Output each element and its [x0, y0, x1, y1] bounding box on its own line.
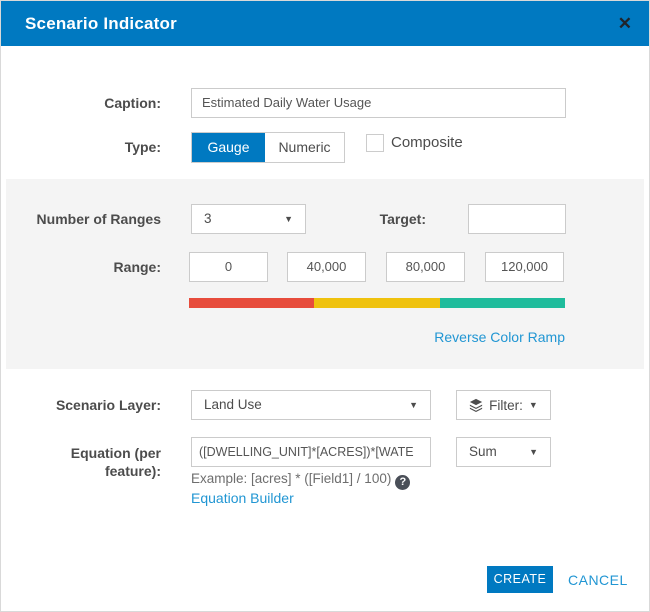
- equation-label: Equation (per feature):: [70, 445, 161, 479]
- composite-label: Composite: [391, 134, 463, 151]
- scenario-layer-label: Scenario Layer:: [55, 397, 161, 413]
- range-label: Range:: [113, 259, 161, 275]
- range-input-1[interactable]: 0: [189, 252, 268, 282]
- caption-label: Caption:: [104, 95, 161, 111]
- ramp-segment-red: [189, 298, 315, 308]
- range-input-3[interactable]: 80,000: [386, 252, 465, 282]
- chevron-down-icon: ▼: [409, 400, 418, 410]
- reverse-color-ramp-link[interactable]: Reverse Color Ramp: [361, 329, 565, 345]
- number-of-ranges-label: Number of Ranges: [36, 211, 161, 227]
- cancel-button[interactable]: CANCEL: [568, 572, 628, 588]
- aggregation-value: Sum: [469, 444, 497, 459]
- type-toggle: Gauge Numeric: [191, 132, 345, 163]
- composite-checkbox[interactable]: [366, 134, 384, 152]
- number-of-ranges-value: 3: [204, 211, 212, 226]
- range-input-2[interactable]: 40,000: [287, 252, 366, 282]
- equation-example: Example: [acres] * ([Field1] / 100)?: [191, 471, 411, 490]
- type-option-numeric[interactable]: Numeric: [265, 133, 344, 162]
- aggregation-select[interactable]: Sum ▼: [456, 437, 551, 467]
- target-label: Target:: [379, 211, 426, 227]
- filter-dropdown[interactable]: Filter: ▼: [456, 390, 551, 420]
- close-icon[interactable]: ✕: [618, 1, 632, 46]
- target-input[interactable]: [468, 204, 566, 234]
- ramp-segment-green: [439, 298, 565, 308]
- scenario-layer-value: Land Use: [204, 397, 262, 412]
- dialog-header: Scenario Indicator ✕: [1, 1, 649, 46]
- color-ramp: [189, 298, 565, 308]
- filter-label: Filter:: [489, 397, 523, 413]
- equation-input[interactable]: ([DWELLING_UNIT]*[ACRES])*[WATE: [191, 437, 431, 467]
- create-button[interactable]: CREATE: [487, 566, 553, 593]
- layers-icon: [470, 398, 483, 412]
- caption-input[interactable]: Estimated Daily Water Usage: [191, 88, 566, 118]
- range-input-4[interactable]: 120,000: [485, 252, 564, 282]
- help-icon[interactable]: ?: [395, 475, 411, 490]
- type-label: Type:: [124, 139, 161, 155]
- dialog-title: Scenario Indicator: [25, 14, 177, 33]
- chevron-down-icon: ▼: [528, 400, 538, 410]
- type-option-gauge[interactable]: Gauge: [192, 133, 265, 162]
- ramp-segment-yellow: [314, 298, 440, 308]
- scenario-indicator-dialog: Scenario Indicator ✕ Caption: Estimated …: [0, 0, 650, 612]
- equation-builder-link[interactable]: Equation Builder: [191, 490, 294, 506]
- scenario-layer-select[interactable]: Land Use ▼: [191, 390, 431, 420]
- chevron-down-icon: ▼: [529, 447, 538, 457]
